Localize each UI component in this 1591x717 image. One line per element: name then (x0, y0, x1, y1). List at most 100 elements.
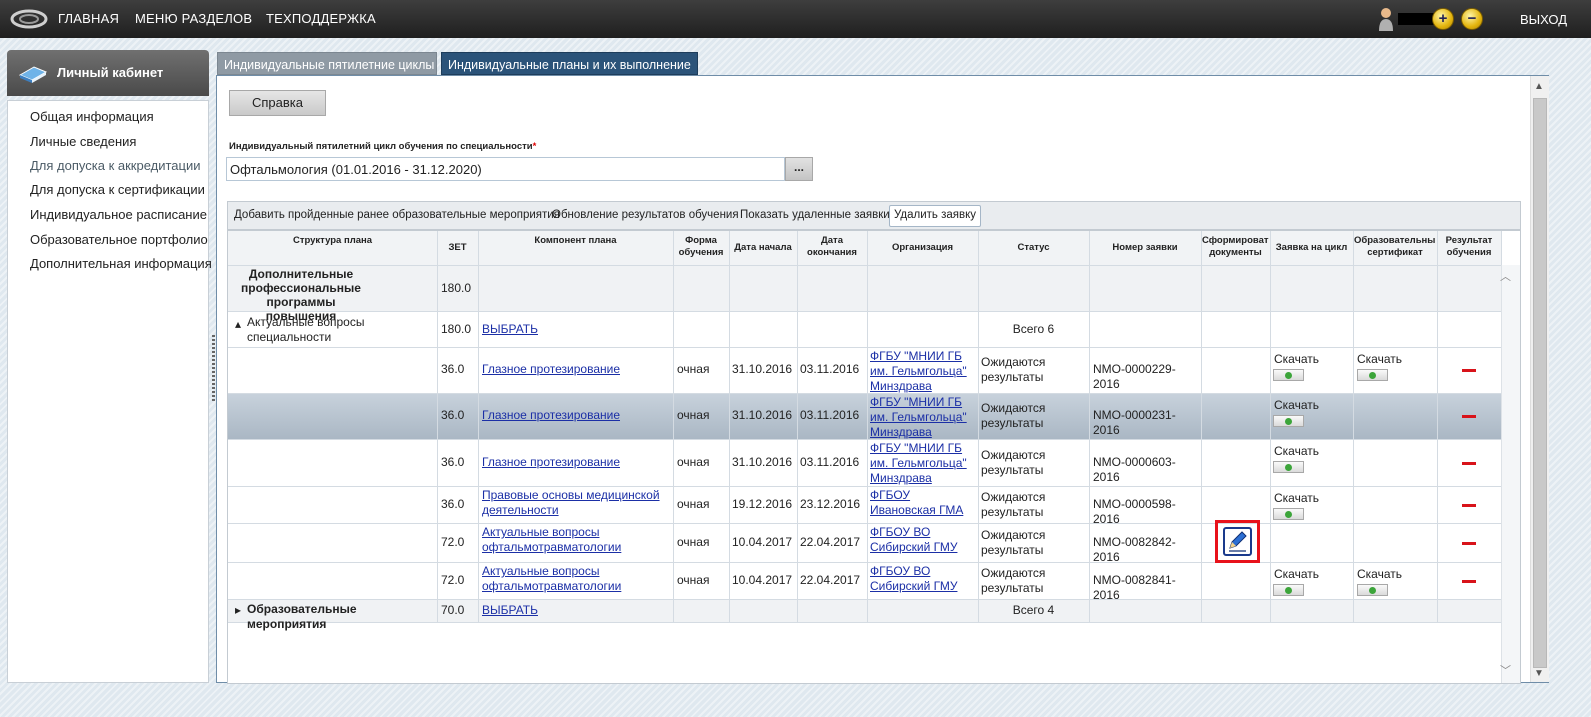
add-past-events-button[interactable]: Добавить пройденные ранее образовательны… (234, 209, 560, 221)
download-application-link[interactable]: Скачать (1274, 352, 1354, 367)
sidebar-item-accreditation[interactable]: Для допуска к аккредитации (30, 158, 201, 173)
select-link[interactable]: ВЫБРАТЬ (482, 603, 582, 618)
cell-form: очная (677, 497, 710, 511)
plus-icon (1285, 464, 1292, 471)
cell-status: Ожидаются результаты (981, 565, 1046, 595)
nav-support[interactable]: ТЕХПОДДЕРЖКА (266, 11, 376, 26)
sidebar-menu: Общая информация Личные сведения Для доп… (7, 100, 212, 683)
add-application-button[interactable] (1273, 508, 1304, 520)
organization-link[interactable]: ФГБОУ ВО Сибирский ГМУ (870, 525, 976, 555)
show-deleted-button[interactable]: Показать удаленные заявки (740, 209, 890, 221)
organization-link[interactable]: ФГБОУ Ивановская ГМА (870, 488, 976, 518)
organization-link[interactable]: ФГБУ "МНИИ ГБ им. Гельмгольца" Минздрава (870, 441, 976, 486)
delete-result-icon[interactable] (1462, 462, 1476, 465)
download-application-link[interactable]: Скачать (1274, 567, 1354, 582)
cell-form: очная (677, 573, 710, 587)
grid-col-divider (437, 231, 438, 622)
sidebar-item-personal-info[interactable]: Личные сведения (30, 134, 136, 149)
scroll-down-icon[interactable]: ▼ (1534, 668, 1544, 679)
plus-icon (1285, 511, 1292, 518)
organization-link[interactable]: ФГБОУ ВО Сибирский ГМУ (870, 564, 976, 594)
grid-vertical-scrollbar[interactable] (1501, 265, 1520, 683)
col-cert: Образовательный сертификат (1354, 235, 1436, 258)
zoom-out-icon[interactable]: − (1461, 8, 1483, 30)
sub-zet: 180.0 (441, 322, 472, 336)
grid-toolbar: Добавить пройденные ранее образовательны… (227, 201, 1521, 230)
main-vertical-scrollbar[interactable]: ▲ ▼ (1530, 76, 1549, 682)
col-start: Дата начала (734, 242, 792, 253)
grid-scroll-up-icon[interactable]: ︿ (1500, 268, 1511, 284)
sidebar-item-general-info[interactable]: Общая информация (30, 109, 154, 124)
nav-sections-menu[interactable]: МЕНЮ РАЗДЕЛОВ (135, 11, 252, 26)
panel-splitter[interactable] (212, 335, 215, 401)
user-icon (1379, 8, 1393, 31)
cycle-label-text: Индивидуальный пятилетний цикл обучения … (229, 141, 533, 152)
component-link[interactable]: Правовые основы медицинской деятельности (482, 488, 670, 518)
sidebar-item-additional-info[interactable]: Дополнительная информация (30, 256, 212, 271)
logo-icon[interactable] (10, 8, 48, 30)
grid-col-divider (1437, 231, 1438, 622)
plus-icon (1285, 587, 1292, 594)
download-certificate-link[interactable]: Скачать (1357, 352, 1437, 367)
component-link[interactable]: Актуальные вопросы офтальмотравматологии (482, 564, 670, 594)
component-link[interactable]: Глазное протезирование (482, 455, 670, 470)
download-certificate-link[interactable]: Скачать (1357, 567, 1437, 582)
cell-zet: 36.0 (441, 497, 465, 511)
col-zet: ЗЕТ (448, 242, 467, 253)
component-link[interactable]: Глазное протезирование (482, 362, 670, 377)
expand-toggle-icon[interactable]: ▸ (235, 603, 245, 618)
select-link[interactable]: ВЫБРАТЬ (482, 322, 582, 337)
download-application-link[interactable]: Скачать (1274, 444, 1354, 459)
delete-result-icon[interactable] (1462, 504, 1476, 507)
download-application-link[interactable]: Скачать (1274, 398, 1354, 413)
add-application-button[interactable] (1273, 369, 1304, 381)
cell-application-number: NMO-0082841-2016 (1093, 573, 1176, 602)
add-application-button[interactable] (1273, 461, 1304, 473)
collapse-toggle-icon[interactable]: ▴ (235, 317, 245, 332)
delete-application-button[interactable]: Удалить заявку (889, 205, 982, 227)
delete-result-icon[interactable] (1462, 542, 1476, 545)
component-link[interactable]: Актуальные вопросы офтальмотравматологии (482, 525, 670, 555)
cell-end-date: 23.12.2016 (800, 497, 861, 511)
cycle-select-button[interactable]: ... (785, 157, 813, 181)
add-application-button[interactable] (1273, 584, 1304, 596)
sidebar-item-schedule[interactable]: Индивидуальное расписание (30, 207, 207, 222)
delete-result-icon[interactable] (1462, 415, 1476, 418)
add-certificate-button[interactable] (1357, 584, 1388, 596)
add-certificate-button[interactable] (1357, 369, 1388, 381)
update-results-button[interactable]: Обновление результатов обучения (552, 209, 739, 221)
cell-start-date: 10.04.2017 (732, 535, 793, 549)
organization-link[interactable]: ФГБУ "МНИИ ГБ им. Гельмгольца" Минздрава (870, 395, 976, 440)
download-application-link[interactable]: Скачать (1274, 491, 1354, 506)
grid-row-divider (228, 393, 1501, 394)
col-form: Форма обучения (678, 235, 724, 258)
sidebar-item-certification[interactable]: Для допуска к сертификации (30, 182, 205, 197)
help-button[interactable]: Справка (229, 90, 326, 116)
sidebar-header[interactable]: Личный кабинет (7, 50, 209, 96)
nav-home[interactable]: ГЛАВНАЯ (58, 11, 119, 26)
component-link[interactable]: Глазное протезирование (482, 408, 670, 423)
group-zet: 180.0 (441, 281, 472, 295)
scroll-thumb[interactable] (1533, 98, 1547, 668)
zoom-in-icon[interactable]: + (1432, 8, 1454, 30)
tab-five-year-cycles[interactable]: Индивидуальные пятилетние циклы (217, 52, 437, 75)
scroll-up-icon[interactable]: ▲ (1534, 81, 1544, 92)
grid-row-divider (228, 486, 1501, 487)
organization-link[interactable]: ФГБУ "МНИИ ГБ им. Гельмгольца" Минздрава (870, 349, 976, 394)
delete-result-icon[interactable] (1462, 369, 1476, 372)
cell-application-number: NMO-0000603-2016 (1093, 455, 1176, 484)
cell-zet: 72.0 (441, 535, 465, 549)
cycle-select-field[interactable]: Офтальмология (01.01.2016 - 31.12.2020) (226, 157, 785, 181)
pen-edit-icon[interactable] (1223, 527, 1252, 556)
sidebar-item-portfolio[interactable]: Образовательное портфолио (30, 232, 208, 247)
add-application-button[interactable] (1273, 415, 1304, 427)
col-component: Компонент плана (534, 235, 617, 246)
grid-col-divider (1089, 231, 1090, 622)
tab-individual-plans[interactable]: Индивидуальные планы и их выполнение (441, 52, 698, 75)
delete-result-icon[interactable] (1462, 580, 1476, 583)
sub-structure: Актуальные вопросы специальности (247, 315, 365, 344)
top-navigation-bar: ГЛАВНАЯ МЕНЮ РАЗДЕЛОВ ТЕХПОДДЕРЖКА + − В… (0, 0, 1591, 38)
grid-scroll-down-icon[interactable]: ﹀ (1500, 662, 1511, 678)
cell-zet: 36.0 (441, 408, 465, 422)
exit-link[interactable]: ВЫХОД (1520, 12, 1567, 27)
